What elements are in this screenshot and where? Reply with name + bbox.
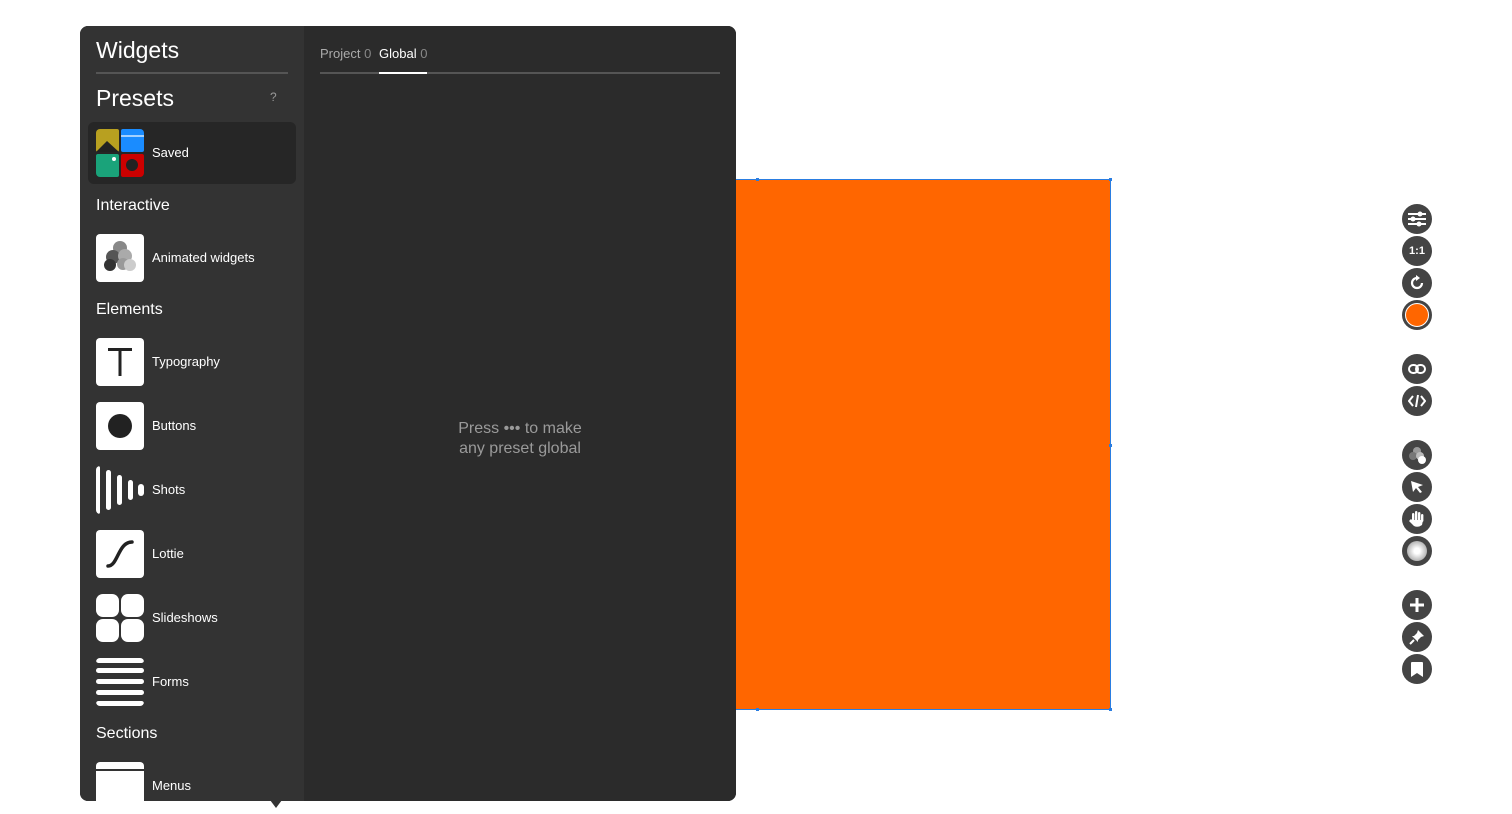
fill-color-swatch <box>1405 303 1429 327</box>
buttons-icon <box>96 402 144 450</box>
tab-project[interactable]: Project 0 <box>320 46 371 61</box>
canvas-artboard[interactable] <box>700 178 1112 711</box>
widgets-sidebar: Widgets Presets ? Saved Interactive Anim… <box>80 26 304 801</box>
sliders-icon[interactable] <box>1402 204 1432 234</box>
panel-title: Widgets <box>96 37 180 63</box>
lottie-icon <box>96 530 144 578</box>
hand-icon[interactable] <box>1402 504 1432 534</box>
resize-handle[interactable] <box>756 178 759 181</box>
bookmark-icon[interactable] <box>1402 654 1432 684</box>
preset-item-label: Typography <box>152 354 220 369</box>
slideshows-icon <box>96 594 144 642</box>
resize-handle[interactable] <box>1109 708 1112 711</box>
resize-handle[interactable] <box>756 708 759 711</box>
typography-icon <box>96 338 144 386</box>
glow-icon[interactable] <box>1402 536 1432 566</box>
presets-title: Presets <box>96 85 174 111</box>
add-icon[interactable] <box>1402 590 1432 620</box>
preset-item-slideshows[interactable]: Slideshows <box>88 587 296 649</box>
tab-label: Global <box>379 46 417 61</box>
help-button[interactable]: ? <box>270 90 277 104</box>
divider <box>96 72 288 74</box>
preset-item-buttons[interactable]: Buttons <box>88 395 296 457</box>
animated-widgets-icon <box>96 234 144 282</box>
rotate-icon[interactable] <box>1402 268 1432 298</box>
ratio-label: 1:1 <box>1409 245 1425 257</box>
preset-item-saved[interactable]: Saved <box>88 122 296 184</box>
glow-swatch <box>1407 541 1427 561</box>
section-title-sections: Sections <box>96 725 158 742</box>
tab-global[interactable]: Global 0 <box>379 46 427 61</box>
pointer-icon[interactable] <box>1402 472 1432 502</box>
section-title-interactive: Interactive <box>96 197 170 214</box>
preset-item-typography[interactable]: Typography <box>88 331 296 393</box>
fill-color-icon[interactable] <box>1402 300 1432 330</box>
preset-item-label: Lottie <box>152 546 184 561</box>
preset-item-lottie[interactable]: Lottie <box>88 523 296 585</box>
preset-item-label: Menus <box>152 778 192 793</box>
section-title-elements: Elements <box>96 301 163 318</box>
menus-icon <box>96 762 144 801</box>
empty-state-line: Press ••• to make <box>458 420 582 437</box>
preset-item-label: Animated widgets <box>152 250 255 265</box>
preset-item-label: Shots <box>152 482 186 497</box>
resize-handle[interactable] <box>1109 444 1112 447</box>
resize-handle[interactable] <box>1109 178 1112 181</box>
preset-item-shots[interactable]: Shots <box>88 459 296 521</box>
active-tab-indicator <box>379 72 427 74</box>
tab-label: Project <box>320 46 361 61</box>
link-icon[interactable] <box>1402 354 1432 384</box>
tab-count: 0 <box>420 46 428 61</box>
popover-pointer <box>270 800 282 808</box>
ratio-icon[interactable]: 1:1 <box>1402 236 1432 266</box>
preset-item-label: Slideshows <box>152 610 218 625</box>
pin-icon[interactable] <box>1402 622 1432 652</box>
forms-icon <box>96 658 144 706</box>
tab-count: 0 <box>364 46 372 61</box>
preset-item-forms[interactable]: Forms <box>88 651 296 713</box>
saved-icon <box>96 129 144 177</box>
preset-item-label: Saved <box>152 145 189 160</box>
preset-item-label: Buttons <box>152 418 197 433</box>
empty-state-line: any preset global <box>459 440 581 457</box>
empty-state-message: Press ••• to make any preset global <box>390 419 650 459</box>
presets-content: Project 0 Global 0 Press ••• to make any… <box>304 26 736 801</box>
animation-icon[interactable] <box>1402 440 1432 470</box>
preset-item-menus[interactable]: Menus <box>88 755 296 801</box>
shots-icon <box>96 466 144 514</box>
code-icon[interactable] <box>1402 386 1432 416</box>
preset-tabs: Project 0 Global 0 <box>320 44 720 74</box>
preset-item-label: Forms <box>152 674 189 689</box>
preset-item-animated-widgets[interactable]: Animated widgets <box>88 227 296 289</box>
widgets-panel: Widgets Presets ? Saved Interactive Anim… <box>80 26 736 801</box>
